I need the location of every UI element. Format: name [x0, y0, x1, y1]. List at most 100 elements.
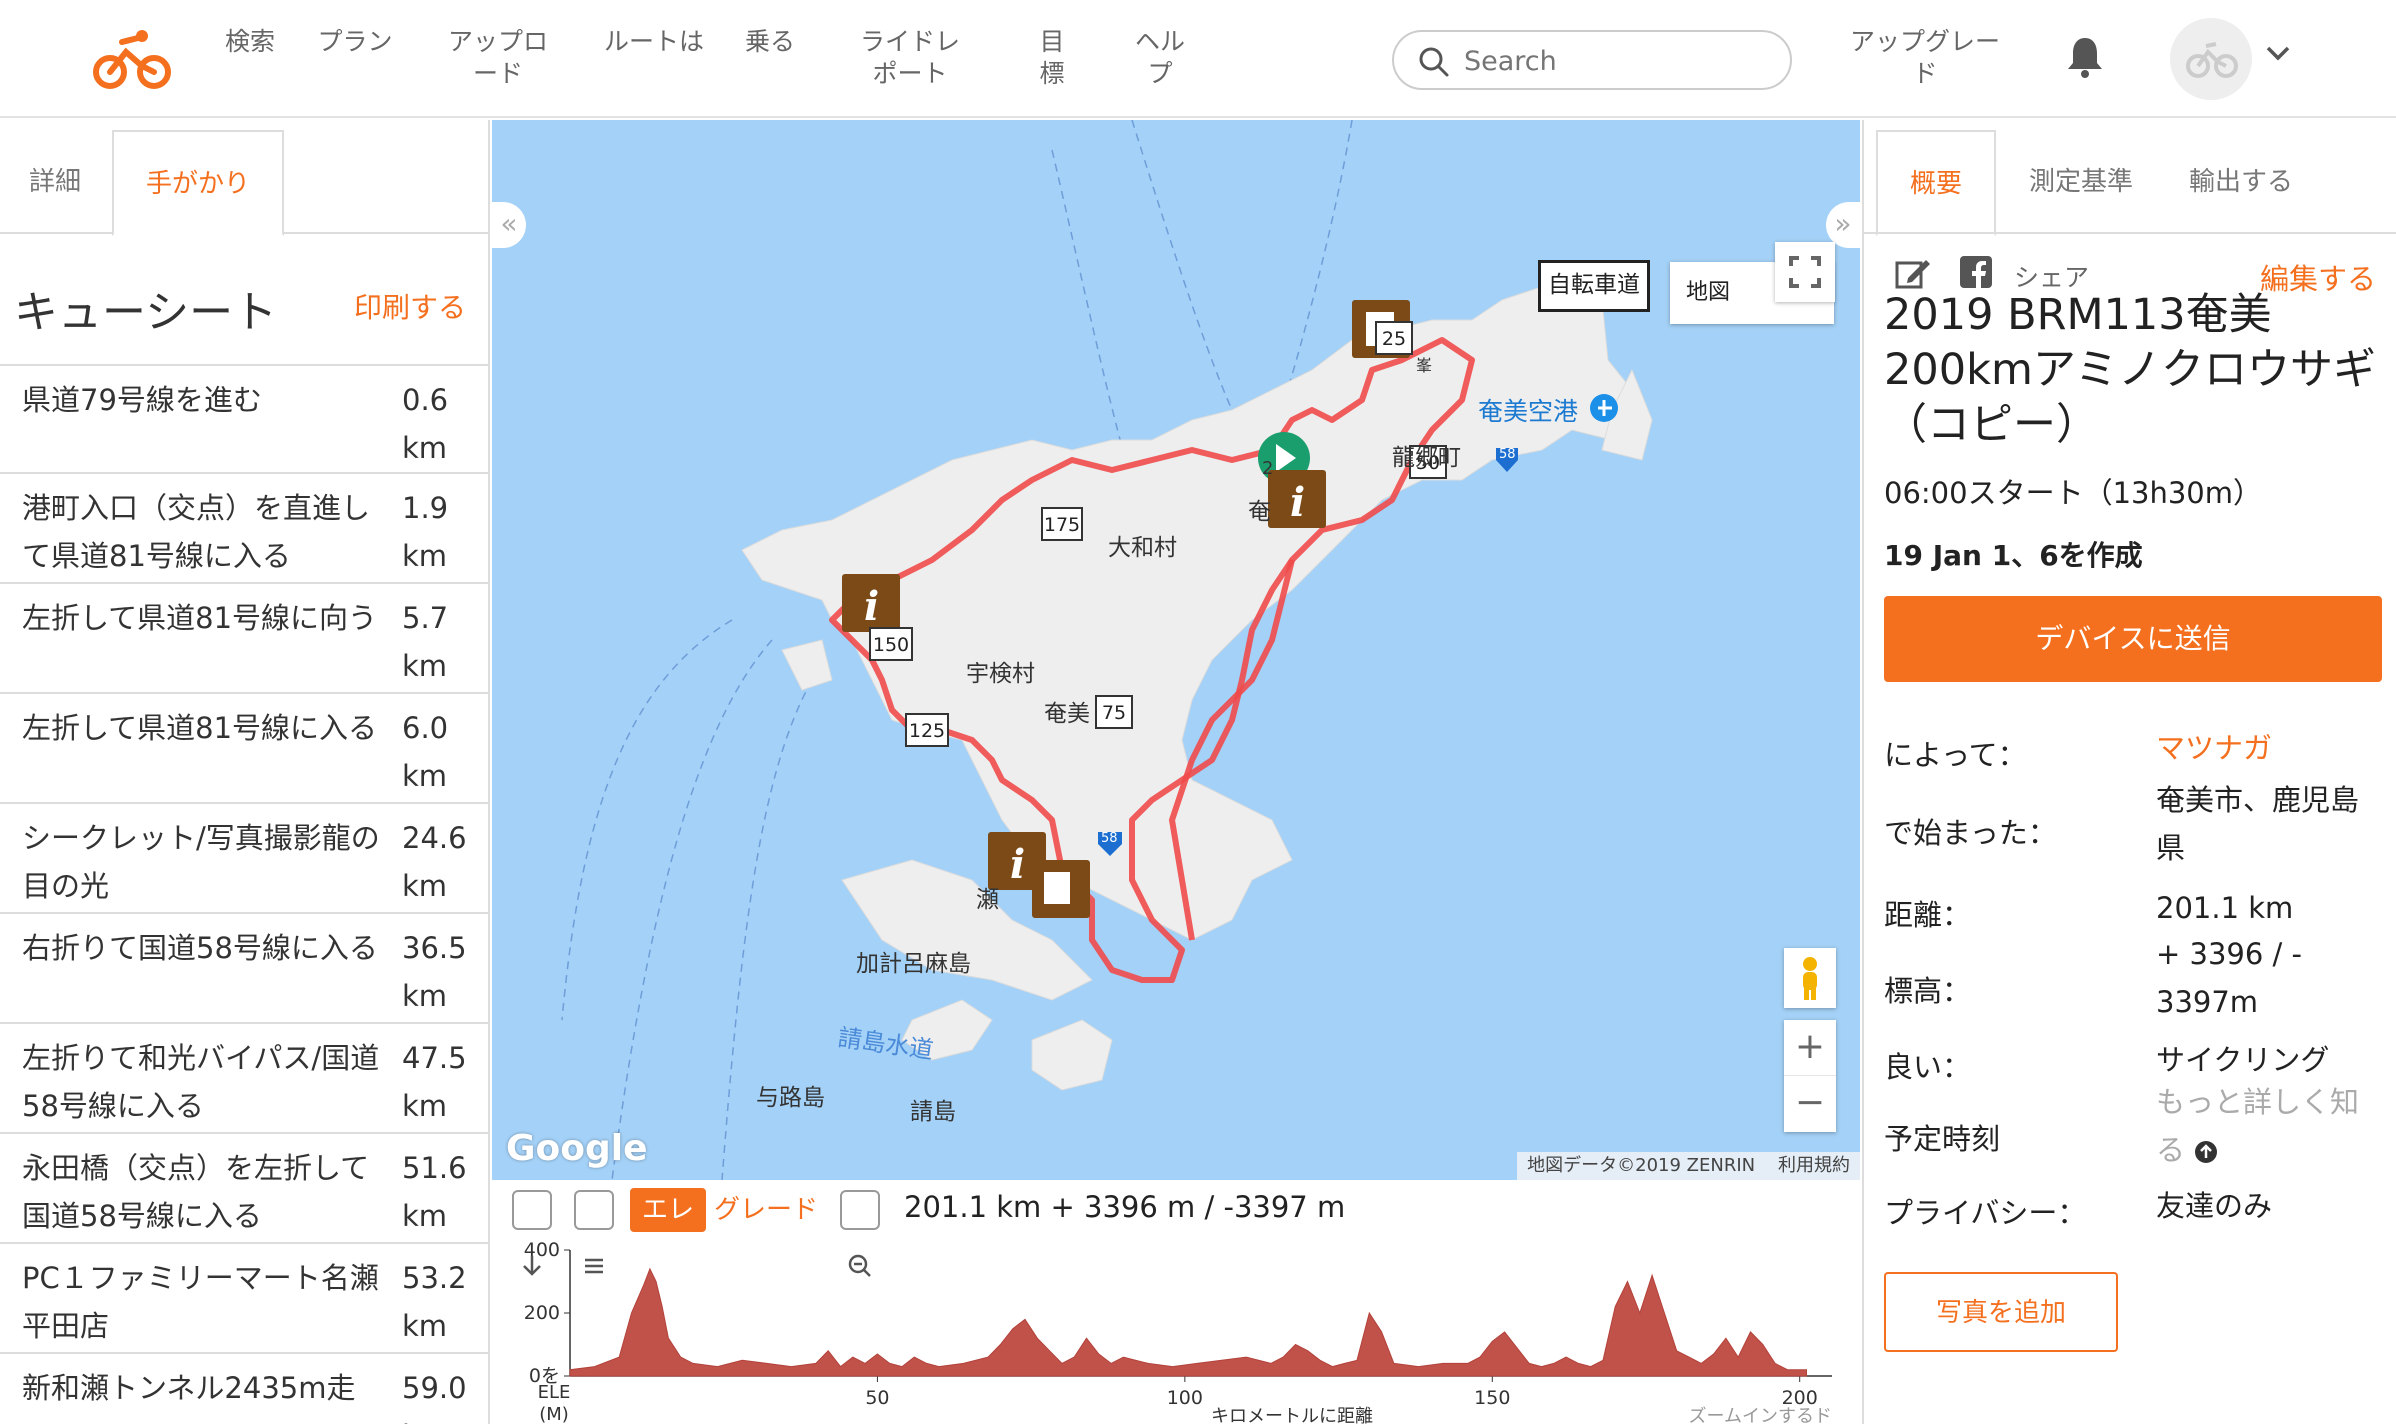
tab-metrics[interactable]: 測定基準	[2014, 130, 2148, 234]
tab-overview[interactable]: 概要	[1876, 130, 1996, 236]
terms-link[interactable]: 利用規約	[1778, 1155, 1850, 1176]
author-link[interactable]: マツナガ	[2156, 724, 2382, 772]
map-label-yoro: 与路島	[756, 1085, 825, 1111]
cue-row[interactable]: 港町入口（交点）を直進して県道81号線に入る 1.9 km	[0, 474, 488, 584]
zoom-controls: + −	[1784, 1020, 1836, 1132]
nav-ride[interactable]: 乗る	[740, 26, 800, 58]
info-key: 予定時刻	[1884, 1122, 2001, 1156]
cue-text: シークレット/写真撮影龍の目の光	[22, 821, 380, 903]
nav-help[interactable]: ヘルプ	[1128, 26, 1192, 90]
zoom-out-button[interactable]: −	[1784, 1076, 1836, 1132]
cue-row[interactable]: PC１ファミリーマート名瀬平田店 53.2 km	[0, 1244, 488, 1354]
info-marker-icon[interactable]: i	[1268, 470, 1326, 528]
facebook-icon[interactable]	[1960, 256, 1992, 288]
info-value: サイクリング	[2156, 1043, 2330, 1077]
info-key: によって：	[1884, 738, 2027, 772]
km-marker: 75	[1095, 695, 1133, 729]
cue-distance: 51.6 km	[402, 1151, 467, 1233]
tab-grade[interactable]: グレード	[714, 1188, 818, 1232]
search-icon	[1419, 47, 1449, 77]
info-value: 201.1 km	[2156, 891, 2294, 925]
tab-elevation[interactable]: エレ	[630, 1188, 707, 1232]
map-label-setouchi: 瀬	[976, 887, 999, 913]
cue-row[interactable]: 県道79号線を進む 0.6 km	[0, 364, 488, 474]
cue-row[interactable]: 左折して県道81号線に入る 6.0 km	[0, 694, 488, 804]
add-photo-button[interactable]: 写真を追加	[1884, 1272, 2118, 1352]
info-key: 距離：	[1884, 898, 1972, 932]
send-to-device-button[interactable]: デバイスに送信	[1884, 596, 2382, 682]
elevation-area	[569, 1267, 1807, 1377]
km-marker: 125	[905, 713, 949, 747]
km-marker-label: 150	[873, 634, 909, 656]
map-type-value: 地図	[1686, 280, 1731, 305]
nav-ride-report[interactable]: ライドレポート	[850, 26, 970, 90]
map-data-credit: 地図データ©2019 ZENRIN	[1527, 1155, 1756, 1176]
tab-details[interactable]: 詳細	[0, 130, 110, 234]
svg-text:i: i	[864, 583, 879, 630]
created-date: 19 Jan 1、6を作成	[1884, 539, 2143, 572]
cue-row[interactable]: 永田橋（交点）を左折して国道58号線に入る 51.6 km	[0, 1134, 488, 1244]
search-input[interactable]	[1464, 42, 1774, 80]
tab-cues[interactable]: 手がかり	[112, 130, 284, 236]
bell-icon[interactable]	[2066, 36, 2104, 78]
elevation-chart[interactable]: 4002000を 50 100 150 200 ELE (M) キロメートルに距離 ズ…	[492, 1236, 1860, 1424]
map-label-amami: 奄美	[1044, 701, 1090, 727]
fullscreen-button[interactable]	[1775, 242, 1835, 302]
info-marker-icon[interactable]: i	[842, 574, 900, 632]
print-link[interactable]: 印刷する	[354, 286, 466, 326]
cue-row[interactable]: シークレット/写真撮影龍の目の光 24.6 km	[0, 804, 488, 914]
map-label-uke: 請島	[910, 1099, 956, 1125]
cue-text: 右折りて国道58号線に入る	[22, 931, 378, 965]
cue-row[interactable]: 左折して県道81号線に向う 5.7 km	[0, 584, 488, 694]
km-marker-label: 2	[1262, 458, 1274, 479]
menu-button[interactable]	[574, 1190, 614, 1274]
search-box[interactable]	[1392, 30, 1792, 90]
learn-more-text: もっと詳しく知る	[2156, 1085, 2360, 1167]
map-canvas[interactable]: i i i 50 25 175 150 125 75	[492, 120, 1860, 1180]
y-tick-label: 400	[524, 1239, 560, 1261]
cue-distance: 47.5 km	[402, 1041, 467, 1123]
nav-upload[interactable]: アップロード	[440, 26, 556, 90]
cue-distance: 24.6 km	[402, 821, 467, 903]
upgrade-link[interactable]: アップグレード	[1850, 26, 2000, 90]
y-axis-label: ELE	[538, 1382, 571, 1403]
route-map[interactable]: i i i 50 25 175 150 125 75 奄美空港 龍郷町 大和村 …	[492, 120, 1860, 1180]
cue-text: 県道79号線を進む	[22, 383, 262, 417]
cue-text: 左折して県道81号線に向う	[22, 601, 378, 635]
y-tick-label: 200	[524, 1302, 560, 1324]
map-label-mine: 峯	[1416, 356, 1433, 375]
note-marker-icon[interactable]	[1032, 860, 1090, 918]
bike-path-toggle[interactable]: 自転車道	[1538, 260, 1650, 312]
bike-avatar-icon	[2186, 42, 2238, 78]
nav-routes[interactable]: ルートは	[604, 26, 704, 58]
fullscreen-icon	[1789, 256, 1821, 288]
tab-export[interactable]: 輸出する	[2176, 130, 2306, 234]
left-panel: 詳細 手がかり キューシート 印刷する 県道79号線を進む 0.6 km 港町入口…	[0, 120, 490, 1424]
route-title: 2019 BRM113奄美200kmアミノクロウサギ（コピー）	[1884, 290, 2377, 450]
nav-search[interactable]: 検索	[196, 26, 304, 58]
zoom-in-button[interactable]: +	[1784, 1020, 1836, 1076]
nav-plan[interactable]: プラン	[300, 26, 410, 58]
km-marker-label: 175	[1044, 514, 1080, 536]
learn-more-link[interactable]: もっと詳しく知る	[2156, 1078, 2382, 1174]
cue-row[interactable]: 新和瀬トンネル2435m走 59.0 km	[0, 1354, 488, 1424]
arrow-up-circle-icon	[2195, 1141, 2218, 1163]
cue-distance: 36.5 km	[402, 931, 467, 1013]
chevron-down-icon[interactable]	[2264, 44, 2292, 64]
street-view-button[interactable]	[1784, 948, 1836, 1008]
zoom-search-button[interactable]	[840, 1190, 880, 1277]
pegman-icon	[1803, 957, 1817, 1000]
right-tabs: 概要 測定基準 輸出する	[1864, 130, 2396, 236]
cue-row[interactable]: 左折りて和光バイパス/国道58号線に入る 47.5 km	[0, 1024, 488, 1134]
map-label-tatsugo: 龍郷町	[1392, 445, 1461, 471]
cue-distance: 1.9 km	[402, 491, 449, 573]
svg-text:i: i	[1010, 841, 1025, 888]
edit-pencil-icon[interactable]	[1894, 254, 1932, 292]
avatar[interactable]	[2170, 18, 2252, 100]
map-label-airport: 奄美空港	[1478, 397, 1579, 426]
download-button[interactable]	[512, 1190, 552, 1276]
ride-logo-icon[interactable]	[92, 26, 172, 92]
cue-row[interactable]: 右折りて国道58号線に入る 36.5 km	[0, 914, 488, 1024]
nav-goals[interactable]: 目標	[1030, 26, 1074, 90]
km-marker-label: 25	[1382, 328, 1406, 350]
